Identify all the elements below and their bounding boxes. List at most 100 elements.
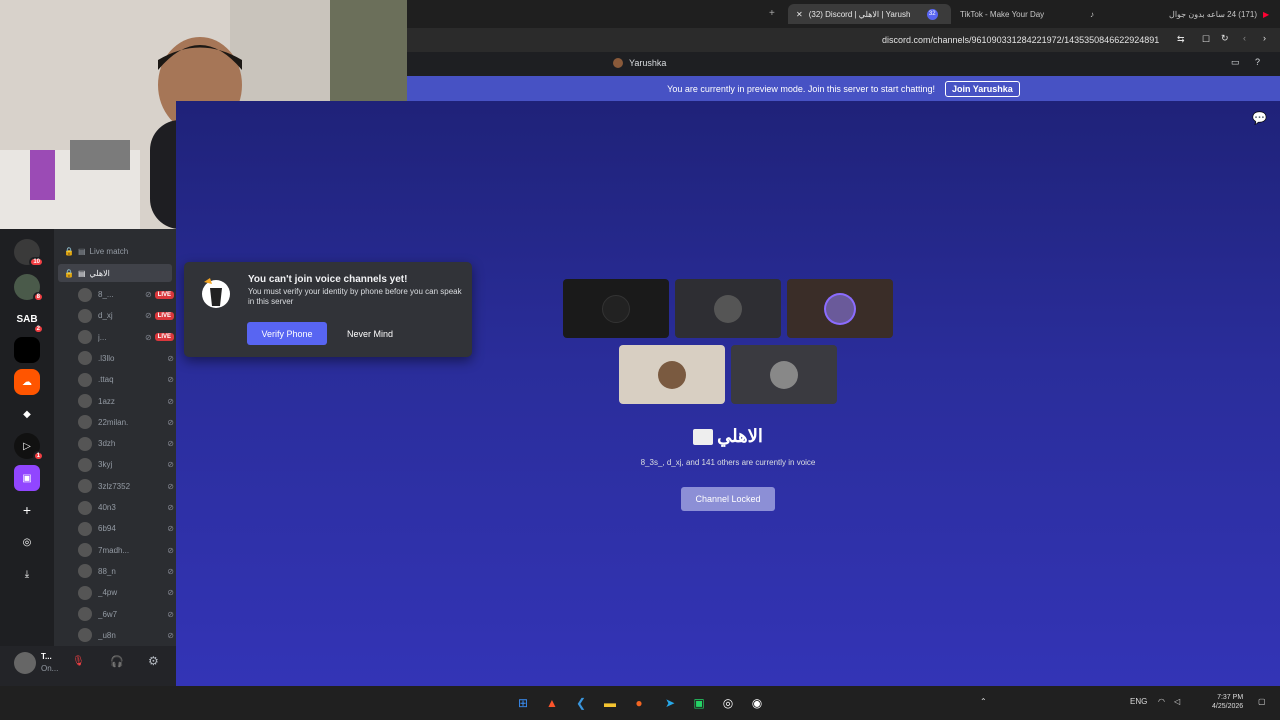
voice-user-row[interactable]: 7madh... ⊘ bbox=[78, 541, 174, 560]
voice-user-row[interactable]: .l3llo ⊘ bbox=[78, 349, 174, 368]
headset-icon[interactable]: 🎧 bbox=[110, 655, 124, 668]
popup-title: You can't join voice channels yet! bbox=[248, 274, 408, 285]
join-server-button[interactable]: Join Yarushka bbox=[944, 80, 1020, 97]
youtube-icon: ▶ bbox=[1263, 9, 1270, 19]
user-status: On... bbox=[41, 664, 59, 673]
voice-user-row[interactable]: .ttaq ⊘ bbox=[78, 370, 174, 389]
avatar bbox=[826, 294, 854, 323]
app-icon[interactable]: ◎ bbox=[719, 694, 737, 712]
brave-icon[interactable]: ▲ bbox=[543, 694, 561, 712]
channel-ahly-selected[interactable]: 🔒 ▤ الاهلي bbox=[58, 264, 172, 282]
reload-icon[interactable]: ↻ bbox=[1221, 33, 1229, 44]
wifi-icon[interactable]: ◠ bbox=[1158, 697, 1165, 706]
avatar bbox=[78, 457, 92, 472]
forward-icon[interactable]: › bbox=[1263, 33, 1266, 43]
muted-icon: ⊘ bbox=[167, 524, 174, 534]
add-server-icon[interactable]: + bbox=[14, 497, 40, 523]
voice-tile[interactable] bbox=[731, 345, 837, 404]
telegram-icon[interactable]: ➤ bbox=[661, 694, 679, 712]
voice-tile[interactable] bbox=[563, 279, 669, 338]
voice-user-row[interactable]: d_xj ⊘ LIVE bbox=[78, 306, 174, 325]
tray-overflow-icon[interactable]: ⌃ bbox=[980, 697, 987, 706]
avatar bbox=[78, 479, 92, 494]
voice-user-row[interactable]: 88_n ⊘ bbox=[78, 562, 174, 581]
user-panel: T... On... 🎙 🎧 ⚙ bbox=[0, 646, 176, 686]
voice-user-row[interactable]: _6w7 ⊘ bbox=[78, 605, 174, 624]
voice-user-name: _4pw bbox=[98, 588, 118, 598]
server-icon[interactable]: SAB 2 bbox=[14, 306, 44, 334]
voice-user-row[interactable]: 22milan. ⊘ bbox=[78, 413, 174, 432]
voice-channel-name: الاهلي bbox=[590, 426, 866, 447]
avatar bbox=[78, 330, 92, 345]
tiktok-icon: ♪ bbox=[1090, 9, 1094, 19]
voice-user-name: 88_n bbox=[98, 566, 116, 576]
mic-muted-icon[interactable]: 🎙 bbox=[72, 656, 85, 667]
discover-icon[interactable]: ◎ bbox=[14, 529, 40, 555]
server-icon[interactable]: 10 bbox=[14, 239, 44, 267]
server-icon[interactable]: ◆ bbox=[14, 401, 40, 427]
live-badge: LIVE bbox=[154, 333, 174, 342]
gear-icon[interactable]: ⚙ bbox=[148, 654, 159, 668]
tab-discord[interactable]: ✕ (32) Discord | الاهلي | Yarush 32 bbox=[788, 4, 951, 24]
voice-user-row[interactable]: 40n3 ⊘ bbox=[78, 498, 174, 517]
help-icon[interactable]: ? bbox=[1255, 57, 1260, 67]
voice-user-row[interactable]: 8_... ⊘ LIVE bbox=[78, 285, 174, 304]
server-icon[interactable]: 8 bbox=[14, 274, 44, 302]
voice-user-name: 6b94 bbox=[98, 524, 116, 534]
clock[interactable]: 7:37 PM 4/25/2026 bbox=[1212, 693, 1243, 711]
bookmark-icon[interactable]: ☐ bbox=[1202, 34, 1210, 45]
url-field[interactable]: discord.com/channels/961090331284221972/… bbox=[882, 35, 1159, 45]
voice-user-row[interactable]: j... ⊘ LIVE bbox=[78, 328, 174, 347]
volume-icon[interactable]: ◁ bbox=[1174, 697, 1180, 706]
twitch-icon[interactable]: ▣ bbox=[14, 465, 40, 491]
browser-tab-bar: + ✕ (32) Discord | الاهلي | Yarush 32 Ti… bbox=[407, 0, 1280, 28]
inbox-icon[interactable]: ▭ bbox=[1231, 57, 1240, 68]
close-icon[interactable]: ✕ bbox=[796, 10, 803, 19]
voice-user-row[interactable]: _u8n ⊘ bbox=[78, 626, 174, 645]
voice-tile[interactable] bbox=[619, 345, 725, 404]
voice-tile[interactable] bbox=[787, 279, 893, 338]
voice-stage-area: 💬 bbox=[176, 101, 1280, 686]
voice-user-row[interactable]: 1azz ⊘ bbox=[78, 392, 174, 411]
back-icon[interactable]: ‹ bbox=[1243, 33, 1246, 43]
server-icon[interactable]: ▷ 1 bbox=[14, 433, 44, 461]
voice-user-name: 3zlz7352 bbox=[98, 481, 131, 491]
channel-locked-button[interactable]: Channel Locked bbox=[681, 487, 775, 511]
notification-icon[interactable]: ▢ bbox=[1258, 697, 1266, 706]
channel-label: الاهلي bbox=[89, 268, 110, 278]
tab-youtube[interactable]: (171) 24 ساعه بدون جوال ▶ bbox=[1119, 4, 1280, 24]
new-tab-button[interactable]: + bbox=[769, 8, 775, 19]
avatar[interactable] bbox=[14, 652, 36, 674]
muted-icon: ⊘ bbox=[144, 332, 152, 342]
avatar bbox=[78, 287, 92, 302]
muted-icon: ⊘ bbox=[167, 353, 174, 363]
app-icon[interactable]: ● bbox=[630, 694, 648, 712]
never-mind-button[interactable]: Never Mind bbox=[334, 322, 406, 345]
soundcloud-icon[interactable]: ☁ bbox=[14, 369, 40, 395]
voice-user-row[interactable]: 6b94 ⊘ bbox=[78, 519, 174, 538]
tab-tiktok[interactable]: TikTok - Make Your Day ♪ bbox=[952, 4, 1102, 24]
download-icon[interactable]: ⤓ bbox=[14, 561, 40, 587]
verify-phone-button[interactable]: Verify Phone bbox=[247, 322, 327, 345]
voice-tile[interactable] bbox=[675, 279, 781, 338]
muted-icon: ⊘ bbox=[167, 609, 174, 619]
voice-user-row[interactable]: 3dzh ⊘ bbox=[78, 434, 174, 453]
obs-icon[interactable]: ◉ bbox=[748, 694, 766, 712]
voice-user-row[interactable]: 3kyj ⊘ bbox=[78, 455, 174, 474]
voice-user-row[interactable]: _4pw ⊘ bbox=[78, 583, 174, 602]
vscode-icon[interactable]: ❮ bbox=[572, 694, 590, 712]
server-icon[interactable] bbox=[14, 337, 40, 363]
voice-user-row[interactable]: 3zlz7352 ⊘ bbox=[78, 477, 174, 496]
voice-user-name: 3dzh bbox=[98, 439, 116, 449]
avatar bbox=[78, 564, 92, 579]
file-explorer-icon[interactable]: ▬ bbox=[601, 694, 619, 712]
app-icon[interactable]: ▣ bbox=[690, 694, 708, 712]
windows-start-icon[interactable]: ⊞ bbox=[514, 694, 532, 712]
site-settings-icon[interactable]: ⇆ bbox=[1177, 34, 1185, 45]
chat-icon[interactable]: 💬 bbox=[1252, 111, 1267, 125]
channel-live-match[interactable]: 🔒 ▤ Live match bbox=[58, 242, 172, 260]
language-indicator[interactable]: ENG bbox=[1130, 697, 1147, 706]
muted-icon: ⊘ bbox=[167, 588, 174, 598]
voice-channel-icon: ▤ bbox=[77, 268, 86, 278]
muted-icon: ⊘ bbox=[167, 545, 174, 555]
